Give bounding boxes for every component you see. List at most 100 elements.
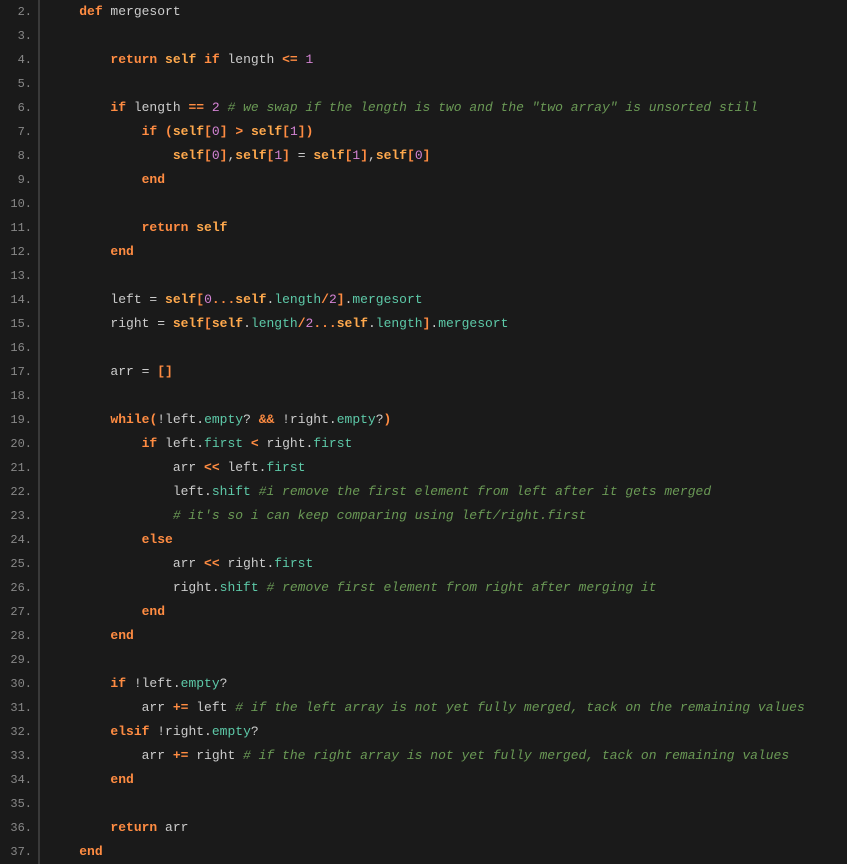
token-ident bbox=[48, 532, 142, 547]
token-method: length bbox=[376, 316, 423, 331]
token-ident: !right. bbox=[149, 724, 211, 739]
token-self: self bbox=[376, 148, 407, 163]
token-ident bbox=[48, 676, 110, 691]
token-self: self bbox=[173, 316, 204, 331]
token-method: first bbox=[274, 556, 313, 571]
code-line[interactable] bbox=[48, 264, 847, 288]
code-line[interactable]: end bbox=[48, 840, 847, 864]
code-editor: 2.3.4.5.6.7.8.9.10.11.12.13.14.15.16.17.… bbox=[0, 0, 847, 864]
line-number: 25. bbox=[0, 552, 38, 576]
token-op: [ bbox=[204, 148, 212, 163]
code-line[interactable]: if left.first < right.first bbox=[48, 432, 847, 456]
token-op: += bbox=[173, 748, 189, 763]
code-line[interactable]: end bbox=[48, 624, 847, 648]
line-number: 35. bbox=[0, 792, 38, 816]
token-ident bbox=[48, 100, 110, 115]
code-line[interactable]: arr << right.first bbox=[48, 552, 847, 576]
code-line[interactable]: self[0],self[1] = self[1],self[0] bbox=[48, 144, 847, 168]
token-ident: ? bbox=[220, 676, 228, 691]
code-line[interactable]: elsif !right.empty? bbox=[48, 720, 847, 744]
code-line[interactable]: if !left.empty? bbox=[48, 672, 847, 696]
code-line[interactable]: right = self[self.length/2...self.length… bbox=[48, 312, 847, 336]
line-number: 12. bbox=[0, 240, 38, 264]
code-line[interactable]: def mergesort bbox=[48, 0, 847, 24]
code-line[interactable]: return self bbox=[48, 216, 847, 240]
code-line[interactable] bbox=[48, 648, 847, 672]
token-comment: # if the left array is not yet fully mer… bbox=[235, 700, 805, 715]
token-ident: right bbox=[188, 748, 243, 763]
token-num: 2 bbox=[329, 292, 337, 307]
token-op: ] bbox=[220, 124, 228, 139]
token-ident: length bbox=[126, 100, 188, 115]
line-number: 15. bbox=[0, 312, 38, 336]
token-method: shift bbox=[220, 580, 259, 595]
token-num: 1 bbox=[274, 148, 282, 163]
code-line[interactable]: # it's so i can keep comparing using lef… bbox=[48, 504, 847, 528]
code-line[interactable]: end bbox=[48, 600, 847, 624]
code-line[interactable] bbox=[48, 72, 847, 96]
token-ident: ? bbox=[243, 412, 259, 427]
code-line[interactable] bbox=[48, 792, 847, 816]
code-line[interactable]: left.shift #i remove the first element f… bbox=[48, 480, 847, 504]
code-line[interactable]: return arr bbox=[48, 816, 847, 840]
token-op: ... bbox=[313, 316, 336, 331]
token-kw: else bbox=[142, 532, 173, 547]
line-number: 22. bbox=[0, 480, 38, 504]
token-kw: while bbox=[110, 412, 149, 427]
token-method: first bbox=[204, 436, 243, 451]
token-kw: if bbox=[110, 100, 126, 115]
line-number: 29. bbox=[0, 648, 38, 672]
token-method: length bbox=[274, 292, 321, 307]
code-line[interactable]: arr = [] bbox=[48, 360, 847, 384]
line-number: 32. bbox=[0, 720, 38, 744]
token-op: ... bbox=[212, 292, 235, 307]
token-method: mergesort bbox=[438, 316, 508, 331]
token-ident: ? bbox=[376, 412, 384, 427]
token-method: empty bbox=[212, 724, 251, 739]
token-ident: = bbox=[290, 148, 313, 163]
code-area[interactable]: def mergesort return self if length <= 1… bbox=[40, 0, 847, 864]
code-line[interactable]: end bbox=[48, 240, 847, 264]
token-op: ] bbox=[337, 292, 345, 307]
line-number: 16. bbox=[0, 336, 38, 360]
code-line[interactable]: left = self[0...self.length/2].mergesort bbox=[48, 288, 847, 312]
token-ident: arr bbox=[48, 460, 204, 475]
token-ident bbox=[48, 604, 142, 619]
code-line[interactable] bbox=[48, 24, 847, 48]
line-number: 21. bbox=[0, 456, 38, 480]
token-kw: return bbox=[142, 220, 189, 235]
token-ident bbox=[48, 244, 110, 259]
token-ident: left. bbox=[48, 484, 212, 499]
token-ident: right. bbox=[220, 556, 275, 571]
code-line[interactable]: else bbox=[48, 528, 847, 552]
token-ident: arr bbox=[157, 820, 188, 835]
token-op: ) bbox=[384, 412, 392, 427]
code-line[interactable]: right.shift # remove first element from … bbox=[48, 576, 847, 600]
token-op: [ bbox=[196, 292, 204, 307]
token-comment: # if the right array is not yet fully me… bbox=[243, 748, 789, 763]
code-line[interactable]: if length == 2 # we swap if the length i… bbox=[48, 96, 847, 120]
token-op: < bbox=[251, 436, 259, 451]
token-ident: !right. bbox=[274, 412, 336, 427]
line-number: 9. bbox=[0, 168, 38, 192]
token-ident: left bbox=[188, 700, 235, 715]
code-line[interactable]: end bbox=[48, 168, 847, 192]
token-ident bbox=[48, 52, 110, 67]
code-line[interactable]: arr += right # if the right array is not… bbox=[48, 744, 847, 768]
token-ident: mergesort bbox=[103, 4, 181, 19]
code-line[interactable]: return self if length <= 1 bbox=[48, 48, 847, 72]
code-line[interactable] bbox=[48, 384, 847, 408]
code-line[interactable] bbox=[48, 336, 847, 360]
code-line[interactable]: arr += left # if the left array is not y… bbox=[48, 696, 847, 720]
code-line[interactable]: while(!left.empty? && !right.empty?) bbox=[48, 408, 847, 432]
code-line[interactable] bbox=[48, 192, 847, 216]
token-ident bbox=[48, 628, 110, 643]
token-kw: if bbox=[142, 124, 158, 139]
token-ident: length bbox=[220, 52, 282, 67]
code-line[interactable]: end bbox=[48, 768, 847, 792]
token-kw: end bbox=[110, 628, 133, 643]
code-line[interactable]: if (self[0] > self[1]) bbox=[48, 120, 847, 144]
token-comment: # remove first element from right after … bbox=[266, 580, 656, 595]
token-op: [ bbox=[204, 316, 212, 331]
code-line[interactable]: arr << left.first bbox=[48, 456, 847, 480]
